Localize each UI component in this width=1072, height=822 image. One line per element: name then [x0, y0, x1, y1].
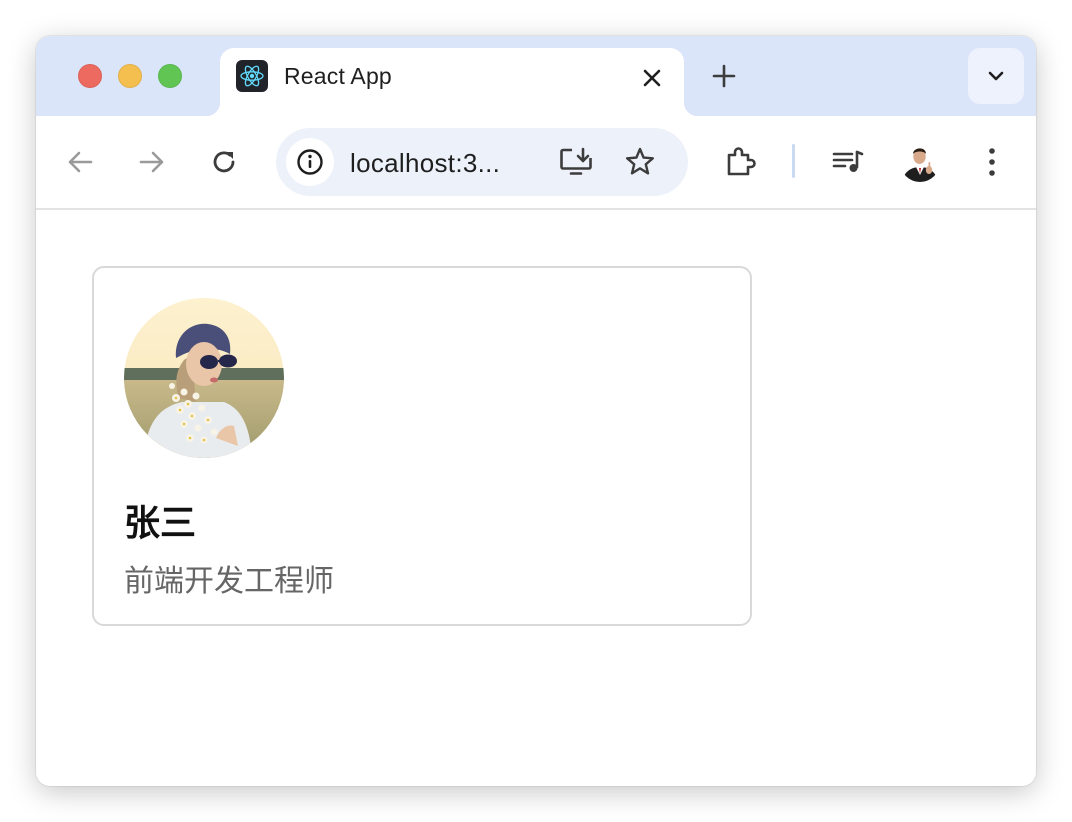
extensions-puzzle-icon[interactable]: [720, 142, 760, 182]
back-arrow-icon[interactable]: [60, 142, 100, 182]
window-zoom-button[interactable]: [158, 64, 182, 88]
site-info-icon[interactable]: [286, 138, 334, 186]
active-tab[interactable]: React App: [206, 48, 698, 116]
page-content: 张三 前端开发工程师: [36, 210, 1036, 786]
browser-toolbar: localhost:3...: [36, 116, 1036, 210]
more-menu-icon[interactable]: [972, 142, 1012, 182]
react-icon: [236, 60, 268, 92]
tab-strip: React App: [36, 36, 1036, 116]
install-app-icon[interactable]: [556, 142, 596, 182]
toolbar-divider: [792, 144, 795, 178]
profile-card: 张三 前端开发工程师: [92, 266, 752, 626]
user-avatar-image: [124, 298, 284, 458]
media-playlist-icon[interactable]: [828, 142, 868, 182]
chevron-down-icon: [988, 71, 1004, 81]
tab-title: React App: [284, 63, 392, 89]
window-minimize-button[interactable]: [118, 64, 142, 88]
tab-search-button[interactable]: [968, 48, 1024, 104]
forward-arrow-icon[interactable]: [132, 142, 172, 182]
reload-icon[interactable]: [204, 142, 244, 182]
user-role: 前端开发工程师: [124, 564, 334, 599]
new-tab-icon[interactable]: [708, 60, 740, 92]
url-text[interactable]: localhost:3...: [350, 148, 500, 179]
window-close-button[interactable]: [78, 64, 102, 88]
profile-avatar[interactable]: [900, 142, 940, 182]
browser-window: React App localhost:3... 张三 前端开发工程师: [36, 36, 1036, 786]
user-name: 张三: [124, 503, 197, 544]
close-tab-icon[interactable]: [638, 64, 666, 92]
address-bar[interactable]: localhost:3...: [276, 128, 688, 196]
bookmark-star-icon[interactable]: [620, 142, 660, 182]
